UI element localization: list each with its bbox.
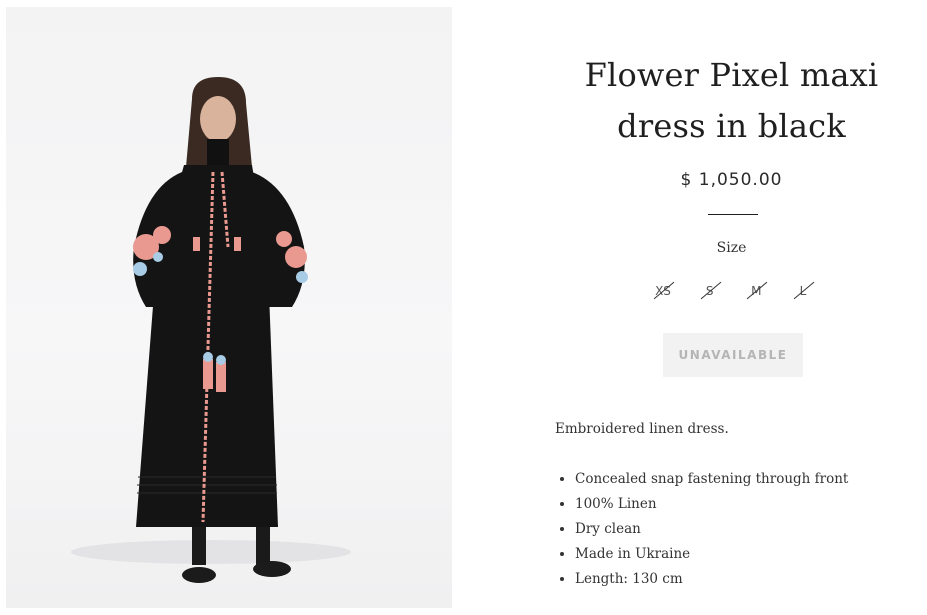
product-price: $ 1,050.00 bbox=[680, 170, 783, 190]
size-label: Size bbox=[716, 240, 747, 256]
price-divider bbox=[708, 214, 758, 215]
feature-list: Concealed snap fastening through front 1… bbox=[555, 467, 927, 592]
product-title-line-1: Flower Pixel maxi bbox=[584, 56, 879, 94]
feature-item: Length: 130 cm bbox=[575, 567, 927, 592]
feature-item: Dry clean bbox=[575, 517, 927, 542]
size-option-xs[interactable]: XS bbox=[648, 276, 678, 306]
unavailable-button[interactable]: UNAVAILABLE bbox=[663, 333, 803, 377]
dress-illustration bbox=[71, 77, 351, 583]
feature-item: Made in Ukraine bbox=[575, 542, 927, 567]
product-description: Embroidered linen dress. bbox=[555, 421, 729, 437]
product-page: Flower Pixel maxi dress in black $ 1,050… bbox=[0, 0, 927, 615]
product-image[interactable] bbox=[6, 7, 452, 608]
product-details: Flower Pixel maxi dress in black $ 1,050… bbox=[536, 0, 927, 615]
size-options: XS S M L bbox=[648, 276, 818, 306]
product-title-line-2: dress in black bbox=[617, 107, 846, 145]
feature-item: 100% Linen bbox=[575, 492, 927, 517]
feature-item: Concealed snap fastening through front bbox=[575, 467, 927, 492]
product-title: Flower Pixel maxi dress in black bbox=[536, 50, 927, 152]
size-option-l[interactable]: L bbox=[788, 276, 818, 306]
size-option-s[interactable]: S bbox=[695, 276, 725, 306]
size-option-m[interactable]: M bbox=[741, 276, 771, 306]
